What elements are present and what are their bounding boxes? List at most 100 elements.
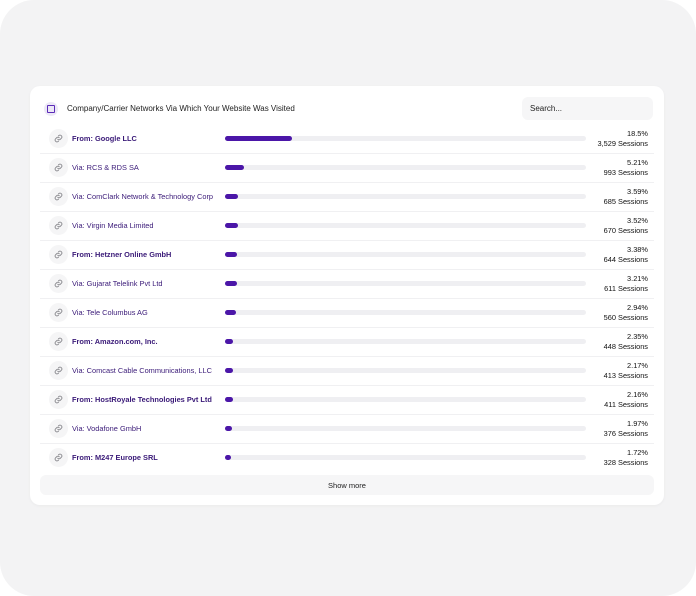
progress-track — [225, 339, 586, 344]
sessions-value: 411 Sessions — [604, 399, 648, 409]
percent-value: 2.17% — [627, 361, 648, 370]
network-stats: 2.17% 413 Sessions — [604, 361, 648, 380]
network-label: From: Amazon.com, Inc. — [72, 337, 158, 346]
network-row[interactable]: Via: Vodafone GmbH 1.97% 376 Sessions — [40, 415, 654, 444]
network-stats: 1.72% 328 Sessions — [604, 448, 648, 467]
sessions-value: 560 Sessions — [603, 312, 648, 322]
progress-fill — [225, 310, 236, 315]
network-label: Via: Virgin Media Limited — [72, 221, 154, 230]
link-icon[interactable] — [49, 216, 68, 235]
network-row[interactable]: From: Amazon.com, Inc. 2.35% 448 Sessions — [40, 328, 654, 357]
network-row[interactable]: From: Google LLC 18.5% 3,529 Sessions — [40, 125, 654, 154]
network-label: Via: ComClark Network & Technology Corp — [72, 192, 214, 201]
network-list: From: Google LLC 18.5% 3,529 Sessions Via: … — [40, 125, 654, 473]
sessions-value: 328 Sessions — [603, 457, 648, 467]
percent-value: 3.38% — [627, 245, 648, 254]
network-row[interactable]: Via: Tele Columbus AG 2.94% 560 Sessions — [40, 299, 654, 328]
progress-track — [225, 368, 586, 373]
network-label: From: Hetzner Online GmbH — [72, 250, 172, 259]
percent-value: 18.5% — [627, 129, 648, 138]
link-icon[interactable] — [49, 187, 68, 206]
progress-track — [225, 165, 586, 170]
networks-panel: Company/Carrier Networks Via Which Your … — [30, 86, 664, 505]
network-row[interactable]: From: HostRoyale Technologies Pvt Ltd 2.1… — [40, 386, 654, 415]
background-frame: Company/Carrier Networks Via Which Your … — [0, 0, 696, 596]
percent-value: 2.16% — [627, 390, 648, 399]
sessions-value: 413 Sessions — [603, 370, 648, 380]
link-icon[interactable] — [49, 274, 68, 293]
network-label: From: HostRoyale Technologies Pvt Ltd — [72, 395, 212, 404]
network-label: Via: Comcast Cable Communications, LLC — [72, 366, 212, 375]
progress-fill — [225, 426, 233, 431]
progress-fill — [225, 136, 292, 141]
sessions-value: 685 Sessions — [603, 196, 648, 206]
progress-fill — [225, 368, 233, 373]
network-stats: 3.52% 670 Sessions — [604, 216, 648, 235]
progress-fill — [225, 165, 244, 170]
link-icon[interactable] — [49, 245, 68, 264]
percent-value: 3.21% — [627, 274, 648, 283]
sessions-value: 644 Sessions — [603, 254, 648, 264]
network-label: Via: RCS & RDS SA — [72, 163, 139, 172]
progress-track — [225, 310, 586, 315]
link-icon[interactable] — [49, 448, 68, 467]
link-icon[interactable] — [49, 129, 68, 148]
network-stats: 3.59% 685 Sessions — [604, 187, 648, 206]
percent-value: 2.35% — [627, 332, 648, 341]
network-stats: 5.21% 993 Sessions — [604, 158, 648, 177]
progress-fill — [225, 455, 232, 460]
progress-track — [225, 136, 586, 141]
progress-track — [225, 426, 586, 431]
link-icon[interactable] — [49, 390, 68, 409]
network-stats: 2.16% 411 Sessions — [604, 390, 648, 409]
percent-value: 1.97% — [627, 419, 648, 428]
network-stats: 3.21% 611 Sessions — [604, 274, 648, 293]
sessions-value: 376 Sessions — [603, 428, 648, 438]
link-icon[interactable] — [49, 303, 68, 322]
link-icon[interactable] — [49, 158, 68, 177]
sessions-value: 3,529 Sessions — [597, 138, 648, 148]
network-row[interactable]: Via: Gujarat Telelink Pvt Ltd 3.21% 611 Se… — [40, 270, 654, 299]
panel-icon — [44, 102, 58, 116]
network-stats: 1.97% 376 Sessions — [604, 419, 648, 438]
link-icon[interactable] — [49, 419, 68, 438]
progress-track — [225, 252, 586, 257]
network-label: From: M247 Europe SRL — [72, 453, 158, 462]
network-row[interactable]: Via: ComClark Network & Technology Corp 3… — [40, 183, 654, 212]
sessions-value: 993 Sessions — [603, 167, 648, 177]
network-row[interactable]: Via: RCS & RDS SA 5.21% 993 Sessions — [40, 154, 654, 183]
network-label: Via: Tele Columbus AG — [72, 308, 148, 317]
network-row[interactable]: From: M247 Europe SRL 1.72% 328 Sessions — [40, 444, 654, 473]
percent-value: 3.52% — [627, 216, 648, 225]
percent-value: 1.72% — [627, 448, 648, 457]
progress-fill — [225, 339, 234, 344]
progress-track — [225, 194, 586, 199]
network-label: From: Google LLC — [72, 134, 137, 143]
link-icon[interactable] — [49, 332, 68, 351]
progress-track — [225, 397, 586, 402]
progress-fill — [225, 397, 233, 402]
progress-track — [225, 223, 586, 228]
percent-value: 5.21% — [627, 158, 648, 167]
network-stats: 18.5% 3,529 Sessions — [597, 129, 648, 148]
progress-fill — [225, 281, 237, 286]
sessions-value: 670 Sessions — [603, 225, 648, 235]
progress-fill — [225, 252, 238, 257]
network-stats: 2.94% 560 Sessions — [604, 303, 648, 322]
sessions-value: 611 Sessions — [604, 283, 648, 293]
link-icon[interactable] — [49, 361, 68, 380]
network-stats: 2.35% 448 Sessions — [604, 332, 648, 351]
network-label: Via: Vodafone GmbH — [72, 424, 142, 433]
progress-fill — [225, 194, 238, 199]
percent-value: 3.59% — [627, 187, 648, 196]
network-row[interactable]: Via: Virgin Media Limited 3.52% 670 Sessio… — [40, 212, 654, 241]
network-label: Via: Gujarat Telelink Pvt Ltd — [72, 279, 163, 288]
network-row[interactable]: Via: Comcast Cable Communications, LLC 2.… — [40, 357, 654, 386]
percent-value: 2.94% — [627, 303, 648, 312]
search-input[interactable] — [522, 97, 653, 120]
show-more-button[interactable]: Show more — [40, 475, 654, 495]
progress-track — [225, 455, 586, 460]
progress-fill — [225, 223, 238, 228]
progress-track — [225, 281, 586, 286]
network-row[interactable]: From: Hetzner Online GmbH 3.38% 644 Sessio… — [40, 241, 654, 270]
